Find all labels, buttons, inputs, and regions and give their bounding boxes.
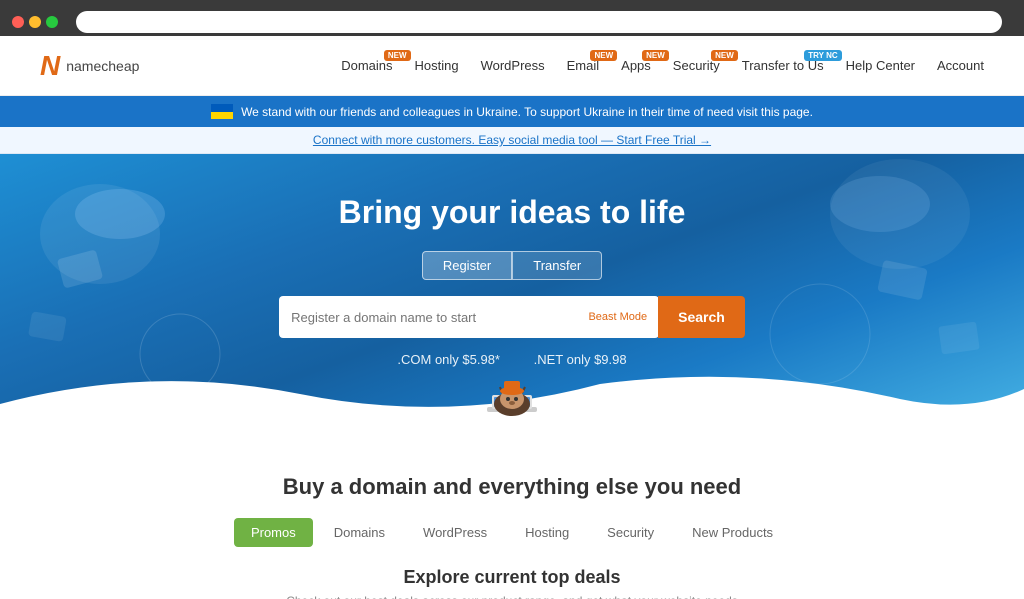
page: N namecheap Domains NEW Hosting WordPres…	[0, 36, 1024, 599]
dot-red[interactable]	[12, 16, 24, 28]
domains-badge: NEW	[384, 50, 411, 61]
hero-section: Bring your ideas to life Register Transf…	[0, 154, 1024, 444]
com-price: .COM only $5.98*	[397, 352, 500, 367]
beast-mode-toggle[interactable]: Beast Mode	[588, 311, 647, 323]
nav-transfer[interactable]: Transfer to Us TRY NC	[742, 58, 824, 73]
net-price: .NET only $9.98	[534, 352, 627, 367]
hero-title: Bring your ideas to life	[20, 194, 1004, 231]
security-badge: NEW	[711, 50, 738, 61]
content-section: Buy a domain and everything else you nee…	[0, 444, 1024, 599]
nav-security[interactable]: Security NEW	[673, 58, 720, 73]
cat-tab-promos[interactable]: Promos	[234, 518, 313, 547]
ukraine-text: We stand with our friends and colleagues…	[241, 105, 813, 119]
tab-transfer[interactable]: Transfer	[512, 251, 602, 280]
section-title: Buy a domain and everything else you nee…	[40, 474, 984, 500]
tab-register[interactable]: Register	[422, 251, 512, 280]
search-container: Beast Mode	[279, 296, 659, 338]
dot-yellow[interactable]	[29, 16, 41, 28]
nav-links: Domains NEW Hosting WordPress Email NEW …	[341, 58, 984, 73]
navbar: N namecheap Domains NEW Hosting WordPres…	[0, 36, 1024, 96]
flag-top	[211, 104, 233, 112]
nav-wordpress[interactable]: WordPress	[481, 58, 545, 73]
cat-tab-wordpress[interactable]: WordPress	[406, 518, 504, 547]
explore-title: Explore current top deals	[40, 567, 984, 588]
flag-bottom	[211, 112, 233, 120]
ukraine-flag-icon	[211, 104, 233, 119]
browser-chrome	[0, 0, 1024, 36]
logo[interactable]: N namecheap	[40, 52, 139, 80]
cat-tab-security[interactable]: Security	[590, 518, 671, 547]
explore-subtitle: Check out our best deals across our prod…	[40, 594, 984, 599]
email-badge: NEW	[590, 50, 617, 61]
hero-tabs: Register Transfer	[20, 251, 1004, 280]
nav-account[interactable]: Account	[937, 58, 984, 73]
transfer-badge: TRY NC	[804, 50, 841, 61]
search-input[interactable]	[291, 310, 588, 325]
cat-tab-hosting[interactable]: Hosting	[508, 518, 586, 547]
dot-green[interactable]	[46, 16, 58, 28]
search-button[interactable]: Search	[658, 296, 745, 338]
mascot-hedgehog	[472, 369, 552, 429]
nav-apps[interactable]: Apps NEW	[621, 58, 651, 73]
apps-badge: NEW	[642, 50, 669, 61]
logo-icon: N	[40, 52, 60, 80]
cat-tab-domains[interactable]: Domains	[317, 518, 402, 547]
promo-link[interactable]: Connect with more customers. Easy social…	[313, 133, 711, 147]
address-bar[interactable]	[76, 11, 1002, 33]
browser-dots	[12, 16, 58, 28]
logo-text: namecheap	[66, 58, 139, 74]
search-bar: Beast Mode Search	[20, 296, 1004, 338]
category-tabs: Promos Domains WordPress Hosting Securit…	[40, 518, 984, 547]
nav-help[interactable]: Help Center	[846, 58, 915, 73]
nav-domains[interactable]: Domains NEW	[341, 58, 392, 73]
nav-hosting[interactable]: Hosting	[415, 58, 459, 73]
promo-banner[interactable]: Connect with more customers. Easy social…	[0, 127, 1024, 154]
ukraine-banner: We stand with our friends and colleagues…	[0, 96, 1024, 127]
nav-email[interactable]: Email NEW	[567, 58, 600, 73]
cat-tab-new-products[interactable]: New Products	[675, 518, 790, 547]
domain-prices: .COM only $5.98* .NET only $9.98	[20, 352, 1004, 367]
